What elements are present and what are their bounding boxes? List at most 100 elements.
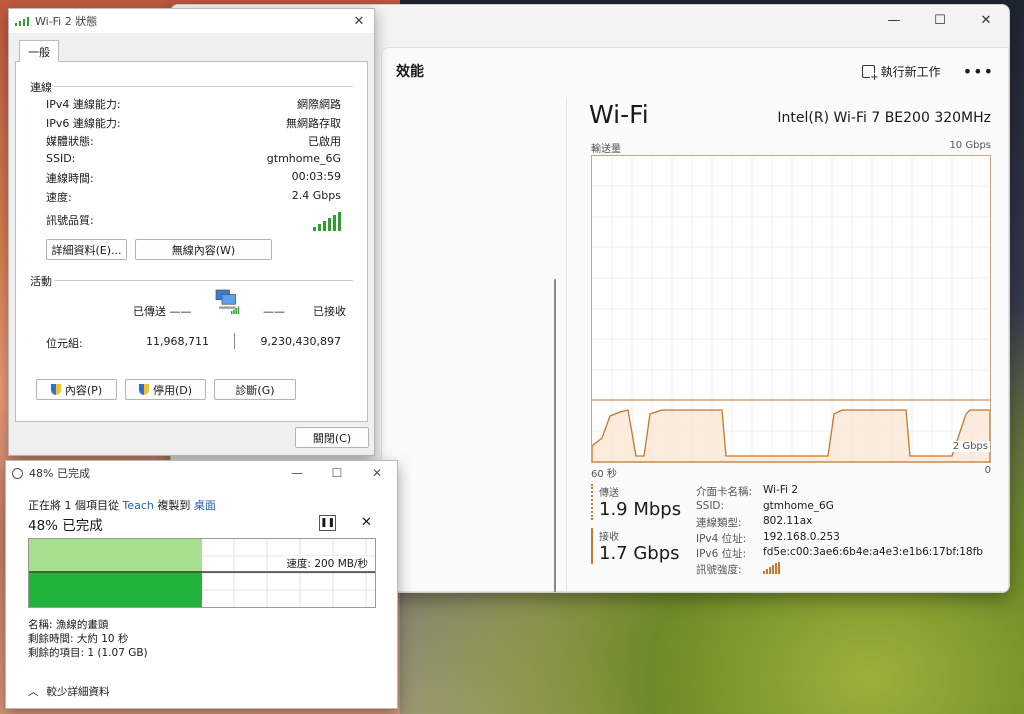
wifi-dialog-title: Wi-Fi 2 狀態	[35, 15, 98, 28]
throughput-graph: 2 Gbps	[591, 155, 991, 463]
status-key: IPv4 連線能力:	[46, 98, 121, 111]
tm-header: 效能 執行新工作 •••	[382, 48, 1008, 94]
property-key: IPv4 位址:	[696, 532, 747, 545]
activity-group: 活動	[30, 273, 353, 289]
percent-complete: 48% 已完成	[28, 518, 103, 534]
property-row: IPv4 位址: 192.168.0.253	[696, 531, 983, 547]
property-value: 192.168.0.253	[763, 530, 840, 543]
run-new-task-label: 執行新工作	[880, 64, 941, 79]
copy-maximize-button[interactable]: ☐	[317, 466, 357, 480]
bytes-received: 9,230,430,897	[260, 335, 341, 348]
copy-desc-mid: 複製到	[153, 499, 194, 512]
properties-button-label: 內容(P)	[64, 383, 103, 397]
status-row: SSID: gtmhome_6G	[46, 152, 341, 165]
property-value: fd5e:c00:3ae6:6b4e:a4e3:e1b6:17bf:18fb	[763, 546, 983, 558]
source-link[interactable]: Teach	[123, 499, 154, 512]
property-row: 介面卡名稱: Wi-Fi 2	[696, 484, 983, 500]
property-value: 802.11ax	[763, 515, 813, 527]
axis-left-label: 60 秒	[591, 469, 617, 480]
less-details-label: 較少詳細資料	[46, 686, 110, 698]
property-row: SSID: gtmhome_6G	[696, 500, 983, 516]
bytes-divider	[234, 333, 235, 349]
copy-items-remaining: 剩餘的項目: 1 (1.07 GB)	[28, 647, 148, 659]
copy-desc-prefix: 正在將 1 個項目從	[28, 499, 123, 512]
received-label: 已接收	[312, 305, 346, 318]
property-key: 連線類型:	[696, 517, 742, 529]
copy-minimize-button[interactable]: —	[277, 466, 317, 480]
status-key: 速度:	[46, 190, 72, 204]
status-row: IPv4 連線能力: 網際網路	[46, 96, 341, 112]
wifi-general-panel: 連線 IPv4 連線能力: 網際網路 IPv6 連線能力: 無網路存取 媒體狀態: 已啟用…	[15, 62, 368, 422]
property-row: 訊號強度:	[696, 561, 983, 578]
uac-shield-icon	[138, 384, 149, 395]
property-key: SSID:	[696, 499, 725, 512]
cancel-icon[interactable]: ✕	[361, 515, 372, 530]
status-value: gtmhome_6G	[266, 151, 341, 165]
send-stat: 傳送 1.9 Mbps	[591, 484, 681, 520]
less-details-button[interactable]: ︿ 較少詳細資料	[28, 684, 110, 699]
wireless-properties-button[interactable]: 無線內容(W)	[135, 239, 272, 260]
status-value: 00:03:59	[291, 170, 341, 183]
close-button[interactable]: 關閉(C)	[295, 427, 369, 448]
destination-link[interactable]: 桌面	[194, 499, 216, 512]
adapter-name: Intel(R) Wi-Fi 7 BE200 320MHz	[777, 110, 991, 126]
copy-speed-graph-svg	[29, 539, 375, 607]
copy-progress-dialog: 48% 已完成 — ☐ ✕ 正在將 1 個項目從 Teach 複製到 桌面 48…	[5, 460, 398, 709]
disable-button[interactable]: 停用(D)	[125, 379, 206, 400]
device-list-scrollbar[interactable]	[554, 279, 556, 592]
status-key: 連線時間:	[46, 172, 94, 185]
tm-close-button[interactable]: ✕	[963, 5, 1009, 35]
bytes-label: 位元組:	[46, 337, 83, 350]
bytes-sent: 11,968,711	[146, 335, 209, 348]
wifi-dialog-close-icon[interactable]: ✕	[344, 14, 374, 29]
run-new-task-button[interactable]: 執行新工作	[854, 59, 949, 84]
axis-right-label: 0	[984, 465, 991, 476]
status-key: 媒體狀態:	[46, 135, 94, 148]
wifi-dialog-titlebar: Wi-Fi 2 狀態 ✕	[9, 9, 374, 33]
throughput-label: 輸送量	[591, 144, 621, 155]
recv-stat: 接收 1.7 Gbps	[591, 528, 680, 564]
property-key: 訊號強度:	[696, 563, 742, 576]
page-title: 效能	[396, 64, 424, 80]
uac-shield-icon	[50, 384, 61, 395]
signal-strength-icon	[763, 561, 780, 574]
signal-quality-label: 訊號品質:	[46, 214, 94, 227]
wifi-status-dialog: Wi-Fi 2 狀態 ✕ 一般 連線 IPv4 連線能力: 網際網路 IPv6 連線…	[8, 8, 375, 456]
signal-bars-icon	[313, 212, 341, 231]
property-key: 介面卡名稱:	[696, 486, 753, 498]
copy-close-button[interactable]: ✕	[357, 466, 397, 480]
tab-general[interactable]: 一般	[19, 40, 59, 63]
properties-button[interactable]: 內容(P)	[36, 379, 117, 400]
sent-label: 已傳送	[133, 305, 166, 318]
tm-maximize-button[interactable]: ☐	[917, 5, 963, 35]
status-value: 無網路存取	[286, 116, 341, 130]
recv-value: 1.7 Gbps	[599, 543, 680, 564]
signal-quality-row: 訊號品質:	[46, 212, 341, 231]
adapter-properties: 介面卡名稱: Wi-Fi 2 SSID: gtmhome_6G 連線類型: 802.11a…	[696, 484, 983, 577]
network-computers-icon	[215, 289, 240, 314]
pause-button[interactable]: ❚❚	[319, 515, 336, 531]
status-row: 連線時間: 00:03:59	[46, 170, 341, 186]
status-row: 媒體狀態: 已啟用	[46, 133, 341, 149]
property-value: Wi-Fi 2	[763, 484, 799, 496]
diagnose-button[interactable]: 診斷(G)	[214, 379, 296, 400]
property-key: IPv6 位址:	[696, 548, 747, 560]
activity-group-label: 活動	[30, 275, 52, 288]
more-options-button[interactable]: •••	[963, 62, 994, 81]
status-key: SSID:	[46, 151, 76, 165]
disable-button-label: 停用(D)	[152, 383, 193, 397]
property-value: gtmhome_6G	[763, 499, 834, 512]
status-value: 2.4 Gbps	[291, 188, 341, 202]
status-value: 已啟用	[308, 135, 341, 148]
details-button[interactable]: 詳細資料(E)...	[46, 239, 127, 260]
pane-divider	[566, 97, 567, 592]
copy-dialog-title: 48% 已完成	[29, 467, 90, 480]
sent-header: 已傳送 ——	[133, 305, 192, 318]
detail-title: Wi-Fi	[589, 100, 649, 129]
copy-speed: 速度: 200 MB/秒	[284, 556, 370, 571]
copy-time-remaining: 剩餘時間: 大約 10 秒	[28, 633, 129, 645]
recv-label: 接收	[599, 532, 619, 543]
tm-minimize-button[interactable]: —	[871, 5, 917, 35]
connection-group: 連線	[30, 79, 353, 95]
connection-group-label: 連線	[30, 81, 52, 94]
